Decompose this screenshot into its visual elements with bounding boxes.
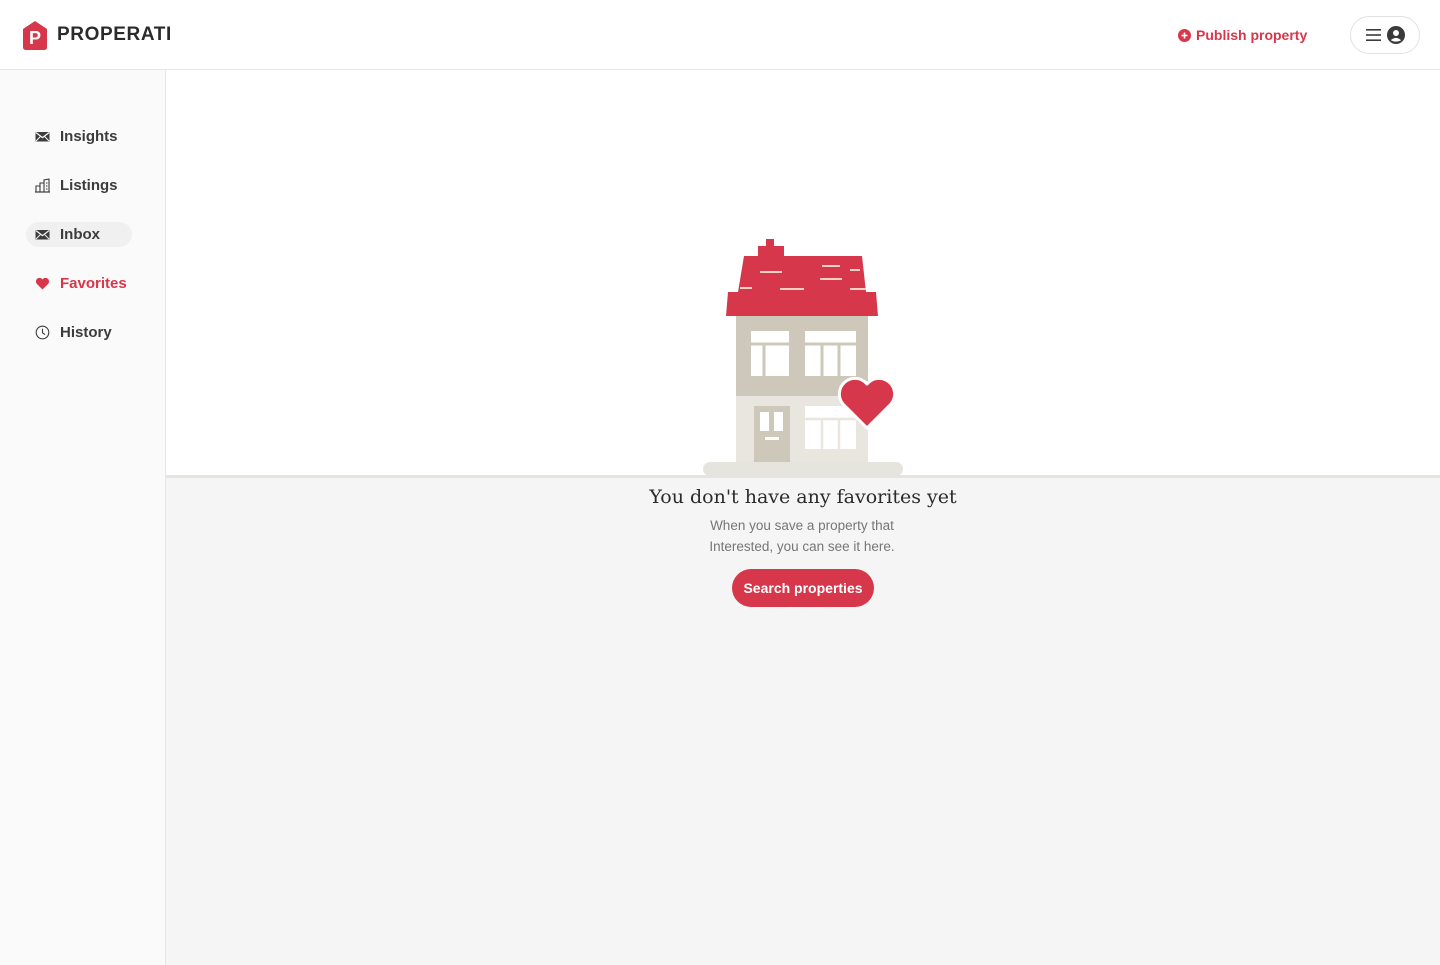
house-with-heart-illustration bbox=[703, 239, 903, 476]
sidebar: Insights Listings Inbox Favorites Histor… bbox=[0, 70, 166, 965]
sidebar-item-history[interactable]: History bbox=[26, 320, 132, 345]
publish-property-label: Publish property bbox=[1196, 27, 1308, 43]
publish-property-link[interactable]: Publish property bbox=[1178, 24, 1307, 46]
empty-state-description: When you save a property that Interested… bbox=[690, 515, 914, 557]
user-avatar-icon bbox=[1386, 26, 1405, 44]
hamburger-icon bbox=[1365, 29, 1381, 41]
buildings-icon bbox=[35, 178, 50, 193]
empty-state-line-1: When you save a property that bbox=[710, 518, 894, 533]
sidebar-item-insights[interactable]: Insights bbox=[26, 124, 132, 149]
envelope-icon bbox=[35, 230, 50, 240]
user-menu-button[interactable] bbox=[1350, 16, 1420, 54]
svg-text:P: P bbox=[29, 28, 41, 48]
sidebar-item-label: Insights bbox=[60, 128, 118, 145]
properati-logo[interactable]: P PROPERATI bbox=[20, 20, 172, 50]
search-properties-button[interactable]: Search properties bbox=[732, 569, 874, 607]
envelope-icon bbox=[35, 132, 50, 142]
sidebar-item-label: History bbox=[60, 324, 112, 341]
logo-wordmark: PROPERATI bbox=[57, 24, 172, 45]
sidebar-item-label: Favorites bbox=[60, 275, 127, 292]
sidebar-item-favorites[interactable]: Favorites bbox=[26, 271, 132, 296]
sidebar-item-label: Inbox bbox=[60, 226, 100, 243]
empty-state-title: You don't have any favorites yet bbox=[649, 486, 957, 508]
logo-mark-icon: P bbox=[23, 21, 47, 50]
empty-state-line-2: Interested, you can see it here. bbox=[709, 539, 895, 554]
sidebar-item-listings[interactable]: Listings bbox=[26, 173, 132, 198]
top-bar: P PROPERATI Publish property bbox=[0, 0, 1440, 70]
heart-icon bbox=[35, 277, 50, 290]
sidebar-item-inbox[interactable]: Inbox bbox=[26, 222, 132, 247]
clock-icon bbox=[35, 325, 50, 340]
sidebar-item-label: Listings bbox=[60, 177, 118, 194]
plus-circle-icon bbox=[1178, 28, 1191, 42]
